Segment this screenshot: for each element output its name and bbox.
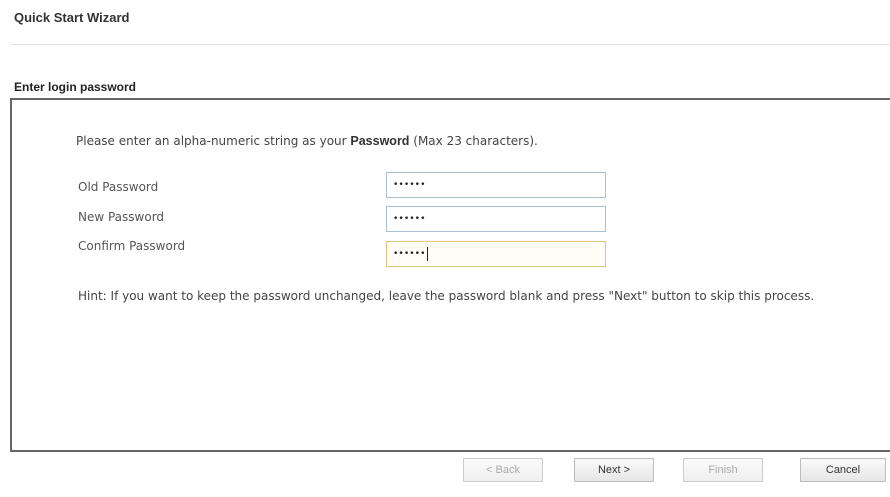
password-panel: Please enter an alpha-numeric string as … — [10, 98, 890, 452]
old-password-mask: •••••• — [393, 180, 426, 190]
hint-text: Hint: If you want to keep the password u… — [78, 289, 815, 303]
title-divider — [10, 44, 890, 45]
new-password-label: New Password — [78, 210, 165, 224]
text-caret — [426, 246, 428, 261]
cancel-button[interactable]: Cancel — [800, 458, 886, 482]
new-password-field[interactable]: •••••• — [386, 206, 606, 232]
wizard-title: Quick Start Wizard — [14, 10, 130, 25]
intro-text: Please enter an alpha-numeric string as … — [76, 134, 538, 148]
old-password-label: Old Password — [78, 180, 159, 194]
next-button[interactable]: Next > — [574, 458, 654, 482]
intro-password-keyword: Password — [350, 134, 410, 148]
confirm-password-label: Confirm Password — [78, 239, 186, 253]
old-password-field[interactable]: •••••• — [386, 172, 606, 198]
new-password-mask: •••••• — [393, 214, 426, 224]
finish-button[interactable]: Finish — [683, 458, 763, 482]
intro-suffix: (Max 23 characters). — [409, 134, 538, 148]
intro-prefix: Please enter an alpha-numeric string as … — [76, 134, 351, 148]
back-button[interactable]: < Back — [463, 458, 543, 482]
section-title: Enter login password — [14, 80, 137, 94]
confirm-password-mask: •••••• — [393, 249, 426, 259]
quick-start-wizard-page: Quick Start Wizard Enter login password … — [0, 0, 890, 497]
confirm-password-field[interactable]: •••••• — [386, 241, 606, 267]
